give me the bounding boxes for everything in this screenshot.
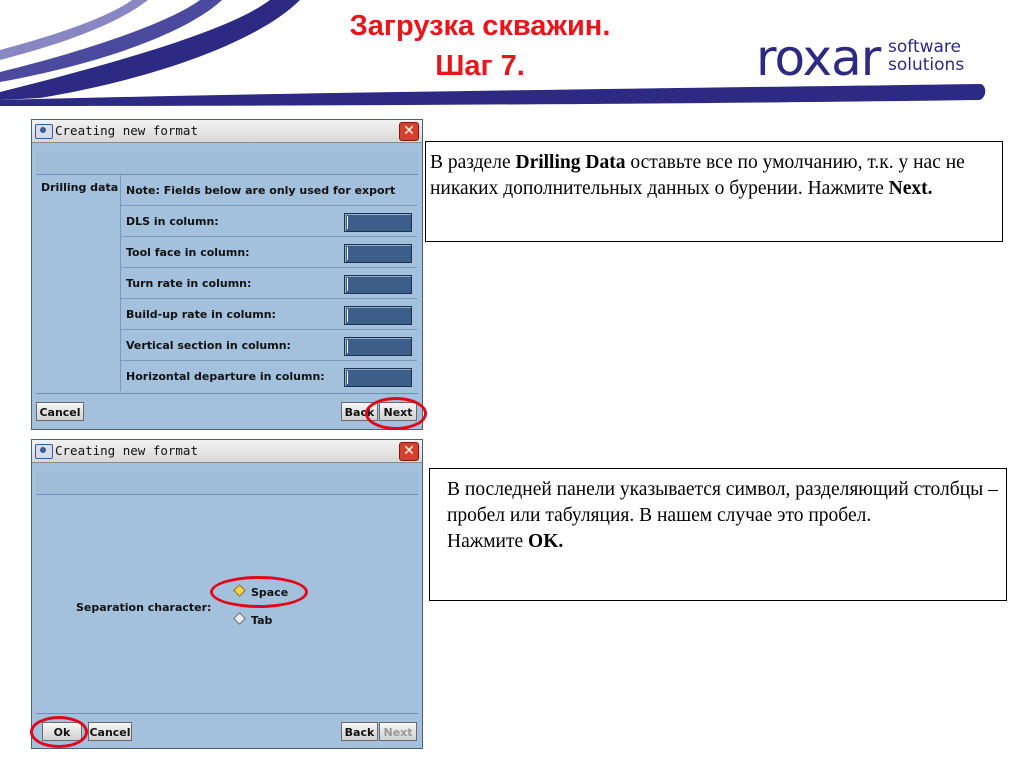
field-row-dls: DLS in column: [120, 205, 417, 236]
close-button[interactable]: ✕ [399, 122, 419, 141]
callout1-bold-next: Next. [888, 178, 933, 199]
dialog-titlebar[interactable]: Creating new format ✕ [32, 440, 422, 463]
dls-column-input[interactable] [344, 213, 412, 232]
field-label: Build-up rate in column: [126, 308, 276, 321]
next-button: Next [379, 722, 417, 741]
drilling-fields-grid: Note: Fields below are only used for exp… [120, 175, 417, 391]
radio-tab-label: Tab [251, 614, 273, 627]
field-label: DLS in column: [126, 215, 219, 228]
callout2-text: В последней панели указывается символ, р… [447, 479, 998, 526]
callout2-text-before: Нажмите [447, 531, 529, 552]
field-row-tool-face: Tool face in column: [120, 236, 417, 267]
slide-title-line1: Загрузка скважин. [349, 10, 611, 42]
close-button[interactable]: ✕ [399, 442, 419, 461]
separation-label: Separation character: [76, 601, 212, 614]
export-note: Note: Fields below are only used for exp… [126, 184, 396, 197]
footer-divider [36, 393, 418, 394]
callout1-text-before: В разделе [430, 152, 516, 173]
eye-icon [35, 124, 53, 139]
callout-separation: В последней панели указывается символ, р… [429, 468, 1007, 601]
logo-tagline-line2: solutions [888, 55, 965, 75]
export-note-row: Note: Fields below are only used for exp… [120, 175, 417, 205]
field-row-turn-rate: Turn rate in column: [120, 267, 417, 298]
callout1-bold-drilling-data: Drilling Data [515, 152, 626, 173]
logo-wordmark: roxar [756, 29, 881, 87]
field-label: Horizontal departure in column: [126, 370, 325, 383]
drilling-data-dialog: Creating new format ✕ Drilling data Note… [31, 119, 423, 430]
radio-unselected-icon [233, 612, 246, 625]
vertical-section-column-input[interactable] [344, 337, 412, 356]
space-highlight-oval [210, 576, 308, 608]
horizontal-departure-column-input[interactable] [344, 368, 412, 387]
eye-icon [35, 444, 53, 459]
dialog-titlebar[interactable]: Creating new format ✕ [32, 120, 422, 143]
back-button[interactable]: Back [341, 722, 378, 741]
radio-tab[interactable]: Tab [233, 612, 273, 627]
dialog-title: Creating new format [55, 123, 198, 138]
field-label: Turn rate in column: [126, 277, 252, 290]
cancel-button[interactable]: Cancel [36, 402, 84, 421]
panel-strip [36, 472, 418, 495]
footer-divider [36, 713, 418, 714]
panel-strip [36, 152, 418, 175]
callout2-press-line: Нажмите OK. [447, 529, 998, 555]
field-row-build-up-rate: Build-up rate in column: [120, 298, 417, 329]
field-label: Vertical section in column: [126, 339, 291, 352]
slide-title: Загрузка скважин. Шаг 7. [260, 6, 700, 86]
ok-highlight-oval [30, 716, 88, 748]
section-nav: Drilling data [36, 175, 119, 389]
build-up-rate-column-input[interactable] [344, 306, 412, 325]
callout-drilling-data: В разделе Drilling Data оставьте все по … [425, 141, 1003, 242]
field-label: Tool face in column: [126, 246, 250, 259]
next-highlight-oval [365, 397, 427, 430]
field-row-vertical-section: Vertical section in column: [120, 329, 417, 360]
field-row-horizontal-departure: Horizontal departure in column: [120, 360, 417, 391]
callout2-bold-ok: OK. [528, 531, 564, 552]
tool-face-column-input[interactable] [344, 244, 412, 263]
logo-tagline-line1: software [888, 37, 962, 57]
dialog-title: Creating new format [55, 443, 198, 458]
logo-tagline: software solutions [888, 38, 964, 74]
turn-rate-column-input[interactable] [344, 275, 412, 294]
slide-title-line2: Шаг 7. [435, 50, 525, 82]
section-label-drilling-data[interactable]: Drilling data [41, 181, 118, 194]
cancel-button[interactable]: Cancel [88, 722, 132, 741]
